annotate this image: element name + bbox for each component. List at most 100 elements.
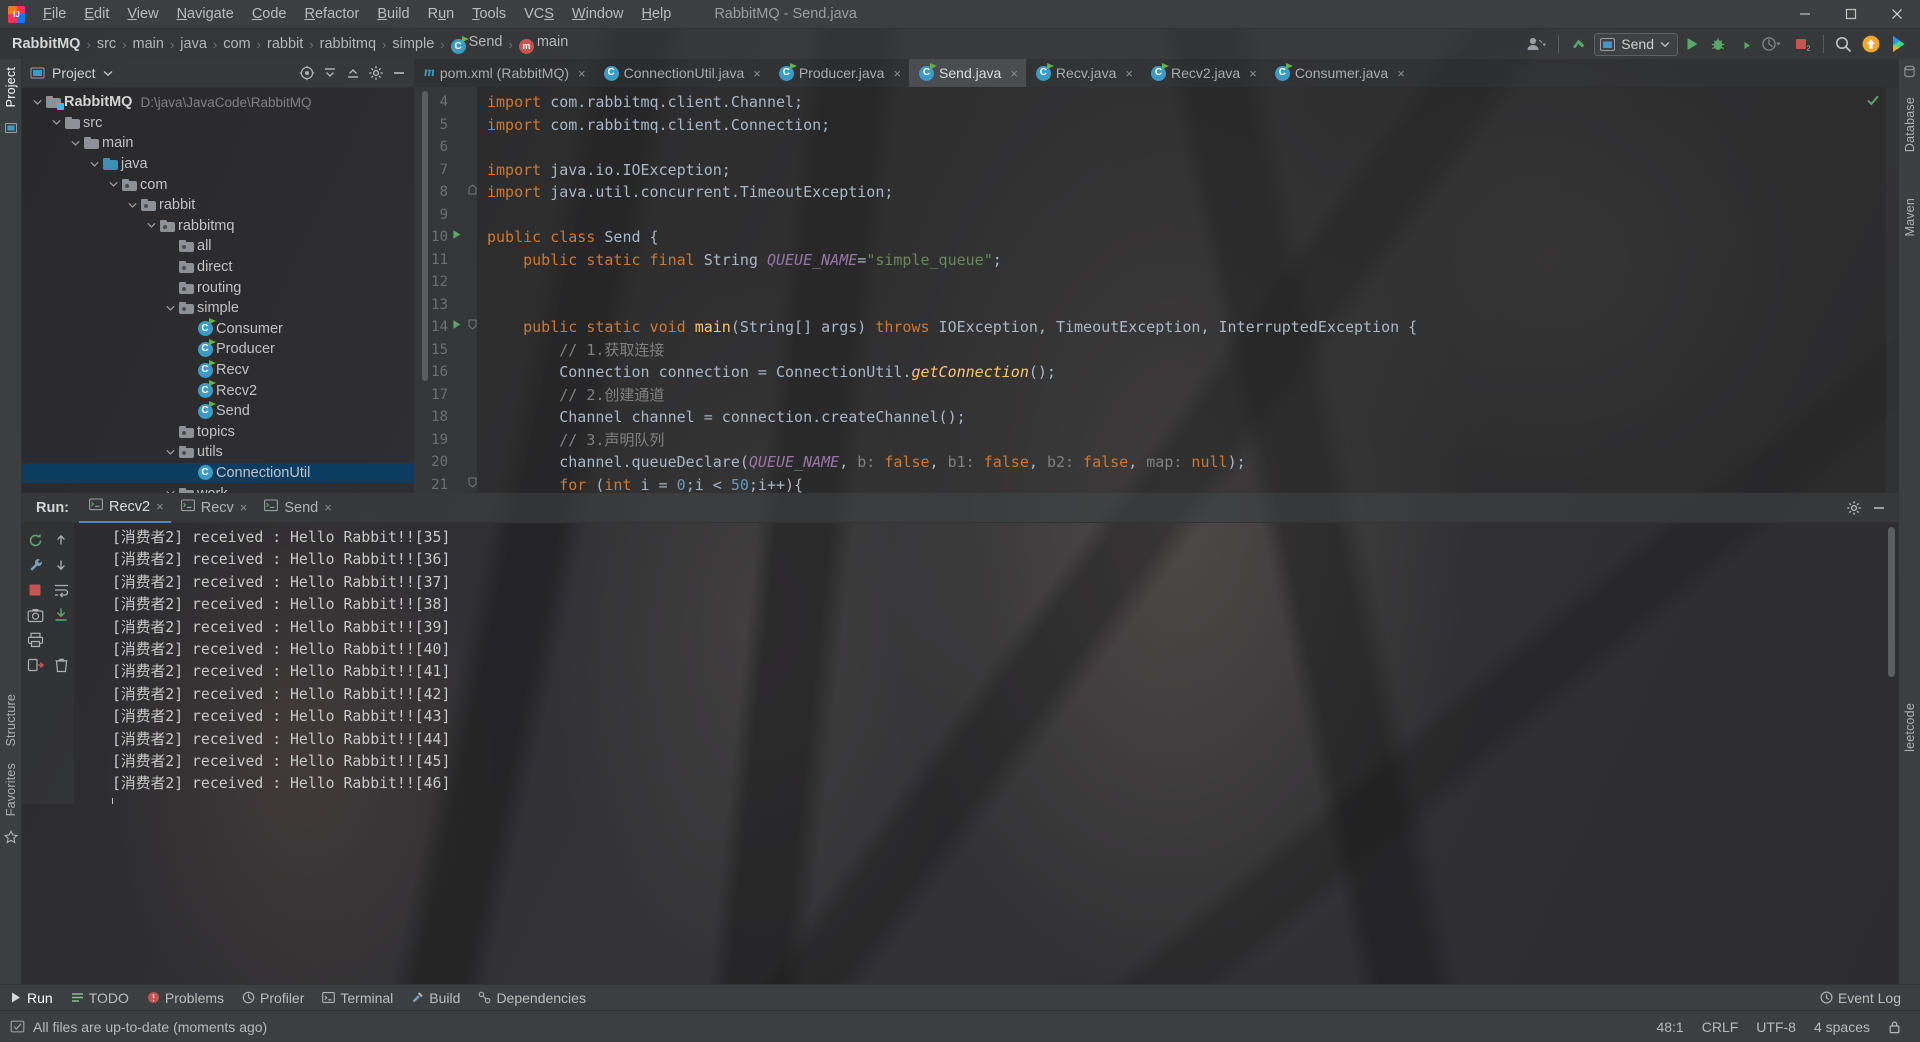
idea-feature-icon[interactable] (1886, 32, 1912, 56)
console-output[interactable]: [消费者2] received : Hello Rabbit!![35] [消费者… (74, 523, 1898, 804)
breadcrumb-item-send[interactable]: C Send (448, 33, 506, 56)
run-tab-recv2[interactable]: Recv2 × (79, 493, 171, 523)
editor-body[interactable]: 4 import com.rabbitmq.client.Channel; 5 imp… (414, 87, 1898, 493)
tree-item-consumer[interactable]: C Consumer (22, 318, 414, 340)
editor-tab-recv-java[interactable]: C Recv.java × (1026, 59, 1141, 87)
tree-item-rabbit[interactable]: rabbit (22, 195, 414, 216)
close-icon[interactable]: × (324, 500, 332, 515)
profiler-button[interactable] (1758, 32, 1788, 56)
lock-icon[interactable] (1879, 1017, 1910, 1037)
menu-view[interactable]: View (118, 3, 167, 26)
close-icon[interactable]: × (156, 499, 164, 514)
tool-window-run[interactable]: Run (0, 988, 62, 1008)
menu-tools[interactable]: Tools (463, 3, 515, 26)
account-icon[interactable] (1523, 32, 1551, 56)
settings-icon[interactable] (365, 62, 387, 84)
stop-button[interactable]: 2 (1790, 32, 1816, 56)
chevron-down-icon[interactable] (49, 119, 63, 126)
breadcrumb-item-main-method[interactable]: m main (516, 33, 571, 55)
menu-help[interactable]: Help (632, 3, 680, 26)
chevron-down-icon[interactable] (163, 449, 177, 456)
sidebar-item-leetcode[interactable]: leetcode (1903, 695, 1917, 760)
soft-wrap-icon[interactable] (49, 578, 73, 602)
clear-all-icon[interactable] (23, 653, 47, 677)
stop-icon[interactable] (23, 578, 47, 602)
breadcrumb-item-simple[interactable]: simple (389, 35, 437, 53)
gutter-run-icon[interactable] (448, 226, 465, 249)
maximize-button[interactable] (1828, 0, 1874, 29)
breadcrumb-item-rabbitmq[interactable]: RabbitMQ (9, 35, 83, 53)
editor-tab-send-java[interactable]: C Send.java × (909, 59, 1026, 87)
settings-icon[interactable] (1843, 497, 1865, 519)
menu-refactor[interactable]: Refactor (296, 3, 369, 26)
down-icon[interactable] (49, 553, 73, 577)
trash-icon[interactable] (49, 653, 73, 677)
scroll-to-end-icon[interactable] (49, 603, 73, 627)
code-fold-handle[interactable] (465, 181, 479, 204)
close-icon[interactable]: × (1125, 66, 1133, 81)
tree-item-simple[interactable]: simple (22, 298, 414, 319)
file-encoding[interactable]: UTF-8 (1747, 1016, 1805, 1038)
tool-window-todo[interactable]: TODO (62, 988, 138, 1008)
tree-item-routing[interactable]: routing (22, 277, 414, 298)
close-icon[interactable]: × (578, 66, 586, 81)
chevron-down-icon[interactable] (103, 70, 113, 77)
close-icon[interactable]: × (1397, 66, 1405, 81)
tree-item-rabbitmq[interactable]: rabbitmq (22, 216, 414, 237)
star-icon[interactable] (3, 829, 18, 849)
collapse-all-icon[interactable] (319, 62, 341, 84)
editor-tab-pom-xml-rabbitmq-[interactable]: m pom.xml (RabbitMQ) × (414, 59, 594, 87)
tool-window-problems[interactable]: Problems (138, 988, 233, 1008)
menu-navigate[interactable]: Navigate (168, 3, 243, 26)
close-icon[interactable]: × (893, 66, 901, 81)
caret-position[interactable]: 48:1 (1647, 1016, 1692, 1038)
vcs-update-icon[interactable] (1566, 32, 1592, 56)
debug-button[interactable] (1706, 32, 1730, 56)
chevron-down-icon[interactable] (106, 181, 120, 188)
menu-code[interactable]: Code (243, 3, 296, 26)
tree-item-src[interactable]: src (22, 113, 414, 134)
sidebar-item-favorites[interactable]: Favorites (4, 755, 18, 824)
up-icon[interactable] (49, 528, 73, 552)
code-fold-handle[interactable] (465, 474, 479, 494)
menu-build[interactable]: Build (368, 3, 418, 26)
menu-edit[interactable]: Edit (75, 3, 118, 26)
gutter-run-icon[interactable] (448, 316, 465, 339)
menu-window[interactable]: Window (563, 3, 633, 26)
tree-item-direct[interactable]: direct (22, 257, 414, 278)
chevron-down-icon[interactable] (144, 222, 158, 229)
tree-item-recv[interactable]: C Recv (22, 359, 414, 381)
menu-run[interactable]: Run (419, 3, 464, 26)
tree-item-utils[interactable]: utils (22, 442, 414, 463)
sidebar-item-maven[interactable]: Maven (1903, 190, 1917, 245)
chevron-down-icon[interactable] (30, 99, 44, 106)
close-icon[interactable]: × (1249, 66, 1257, 81)
editor-tab-consumer-java[interactable]: C Consumer.java × (1265, 59, 1413, 87)
camera-icon[interactable] (23, 603, 47, 627)
chevron-down-icon[interactable] (87, 161, 101, 168)
run-tab-send[interactable]: Send × (254, 493, 338, 523)
sidebar-item-database[interactable]: Database (1903, 89, 1917, 160)
tree-item-send[interactable]: C Send (22, 400, 414, 422)
close-icon[interactable]: × (1010, 66, 1018, 81)
tree-item-all[interactable]: all (22, 236, 414, 257)
tree-item-rabbitmq[interactable]: RabbitMQ D:\java\JavaCode\RabbitMQ (22, 92, 414, 113)
code-fold-handle[interactable] (465, 316, 479, 339)
tree-item-main[interactable]: main (22, 133, 414, 154)
event-log-button[interactable]: Event Log (1811, 988, 1910, 1008)
breadcrumb-item-rabbit[interactable]: rabbit (264, 35, 306, 53)
tree-item-connectionutil[interactable]: C ConnectionUtil (22, 462, 414, 484)
indent-setting[interactable]: 4 spaces (1805, 1016, 1879, 1038)
hide-panel-icon[interactable] (1868, 497, 1890, 519)
console-scrollbar[interactable] (1888, 527, 1895, 677)
expand-all-icon[interactable] (342, 62, 364, 84)
chevron-down-icon[interactable] (163, 305, 177, 312)
run-coverage-button[interactable] (1732, 32, 1756, 56)
breadcrumb-item-com[interactable]: com (220, 35, 253, 53)
print-icon[interactable] (23, 628, 47, 652)
sidebar-item-structure[interactable]: Structure (4, 686, 18, 755)
upload-icon[interactable] (1858, 32, 1884, 56)
editor-tab-producer-java[interactable]: C Producer.java × (769, 59, 909, 87)
minimize-button[interactable] (1782, 0, 1828, 29)
code-content[interactable]: 4 import com.rabbitmq.client.Channel; 5 imp… (414, 87, 1898, 493)
